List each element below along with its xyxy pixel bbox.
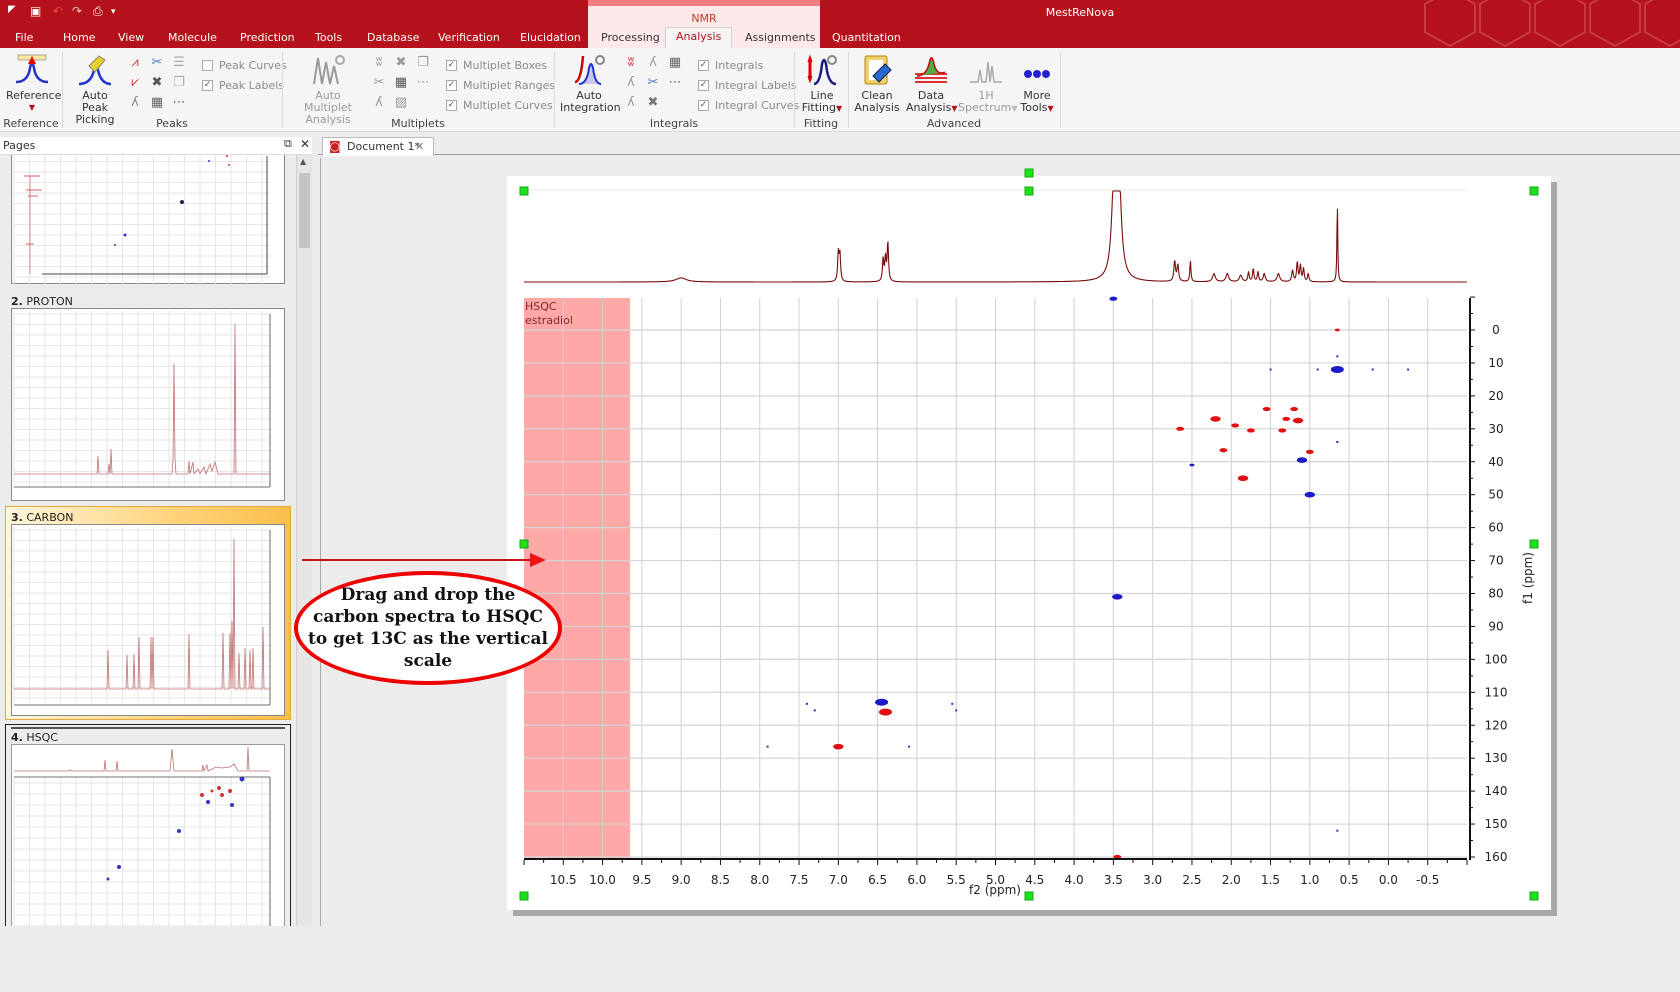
f2-tick-label: 8.0 xyxy=(750,873,769,887)
f2-tick-label: 6.0 xyxy=(907,873,926,887)
f1-tick-label: 160 xyxy=(1485,850,1508,864)
cross-peaks xyxy=(833,296,1344,860)
f2-tick-label: 2.0 xyxy=(1222,873,1241,887)
cross-peak xyxy=(1262,406,1271,412)
artifact-point xyxy=(908,745,911,748)
artifact-point xyxy=(1269,368,1272,371)
cross-peak xyxy=(1210,416,1221,422)
artifact-point xyxy=(1316,368,1319,371)
resize-handle[interactable] xyxy=(519,539,529,549)
f1-tick-label: 30 xyxy=(1488,422,1503,436)
f2-tick-label: 1.0 xyxy=(1300,873,1319,887)
cross-peak xyxy=(1304,491,1316,498)
f1-tick-label: 0 xyxy=(1492,323,1500,337)
f1-tick-label: 90 xyxy=(1488,619,1503,633)
f1-tick-label: 70 xyxy=(1488,554,1503,568)
f2-tick-label: 10.0 xyxy=(589,873,616,887)
cross-peak xyxy=(1330,366,1344,374)
f2-tick-label: 6.5 xyxy=(868,873,887,887)
proton-projection-trace xyxy=(524,190,1467,283)
f2-tick-label: 10.5 xyxy=(550,873,577,887)
cross-peak xyxy=(1189,463,1195,467)
artifact-point xyxy=(955,709,958,712)
f2-axis-label: f2 (ppm) xyxy=(969,883,1021,897)
artifact-point xyxy=(1407,368,1410,371)
artifact-point xyxy=(1336,355,1339,358)
cross-peak xyxy=(875,698,889,706)
resize-handle[interactable] xyxy=(1024,168,1034,178)
hsqc-plot[interactable]: 10.5 10.0 9.5 9.0 8.5 8.0 7.5 7.0 6.5 6.0 5.5 5.0 4.… xyxy=(0,0,1680,992)
cross-peak xyxy=(1296,457,1308,463)
resize-handle[interactable] xyxy=(1529,186,1539,196)
artifact-point xyxy=(766,745,769,748)
f2-tick-label: 8.5 xyxy=(711,873,730,887)
vertical-grid xyxy=(562,298,1429,860)
f1-tick-label: 110 xyxy=(1485,685,1508,699)
f1-tick-label: 140 xyxy=(1485,784,1508,798)
f2-tick-label: 5.5 xyxy=(947,873,966,887)
cross-peak xyxy=(1292,417,1304,424)
cross-peak xyxy=(1219,448,1228,453)
resize-handle[interactable] xyxy=(1529,539,1539,549)
f1-tick-label: 20 xyxy=(1488,389,1503,403)
cross-peak xyxy=(1278,428,1287,433)
annotation-callout: Drag and drop the carbon spectra to HSQC… xyxy=(294,571,562,685)
cross-peak xyxy=(878,708,892,716)
cross-peak xyxy=(1109,296,1118,301)
f1-tick-label: 100 xyxy=(1485,652,1508,666)
resize-handle[interactable] xyxy=(519,891,529,901)
cross-peak xyxy=(1112,593,1123,600)
cross-peak xyxy=(1231,423,1240,428)
artifact-point xyxy=(951,702,954,705)
f1-tick-label: 40 xyxy=(1488,455,1503,469)
f1-tick-label: 120 xyxy=(1485,718,1508,732)
resize-handle[interactable] xyxy=(1024,186,1034,196)
selection-handles[interactable] xyxy=(519,168,1539,901)
cross-peak xyxy=(1290,406,1299,412)
f1-tick-label: 80 xyxy=(1488,587,1503,601)
cross-peak xyxy=(1334,328,1340,332)
cross-peak xyxy=(1237,475,1249,482)
cross-peak xyxy=(1282,416,1291,422)
resize-handle[interactable] xyxy=(1529,891,1539,901)
f1-axis: 0 10 20 30 40 50 60 70 80 90 100 110 120 130 140 150 160 xyxy=(1469,296,1508,864)
f2-tick-label: 2.5 xyxy=(1182,873,1201,887)
artifact-point xyxy=(1371,368,1374,371)
resize-handle[interactable] xyxy=(1024,891,1034,901)
f2-tick-label: 9.0 xyxy=(672,873,691,887)
f2-tick-label: 3.0 xyxy=(1143,873,1162,887)
highlighted-drop-region xyxy=(524,298,631,860)
f2-tick-label: -0.5 xyxy=(1416,873,1439,887)
spectrum-label-compound: estradiol xyxy=(525,314,573,327)
f1-tick-label: 50 xyxy=(1488,488,1503,502)
f2-tick-label: 0.0 xyxy=(1379,873,1398,887)
f2-tick-label: 0.5 xyxy=(1340,873,1359,887)
f1-tick-label: 130 xyxy=(1485,751,1508,765)
f1-tick-label: 150 xyxy=(1485,817,1508,831)
cross-peak xyxy=(833,743,844,750)
resize-handle[interactable] xyxy=(519,186,529,196)
f1-axis-label: f1 (ppm) xyxy=(1521,552,1535,604)
artifact-point xyxy=(813,709,816,712)
artifact-point xyxy=(1336,829,1339,832)
cross-peak xyxy=(1305,449,1314,454)
f2-tick-label: 4.0 xyxy=(1065,873,1084,887)
f2-tick-label: 4.5 xyxy=(1025,873,1044,887)
f2-tick-label: 1.5 xyxy=(1261,873,1280,887)
artifact-point xyxy=(805,702,808,705)
f1-tick-label: 10 xyxy=(1488,356,1503,370)
f1-tick-label: 60 xyxy=(1488,521,1503,535)
f2-tick-label: 9.5 xyxy=(632,873,651,887)
artifact-point xyxy=(1336,440,1339,443)
cross-peak xyxy=(1176,426,1185,431)
spectrum-label-title: HSQC xyxy=(525,300,557,313)
f2-tick-label: 3.5 xyxy=(1104,873,1123,887)
cross-peak xyxy=(1246,428,1255,433)
f2-tick-label: 7.5 xyxy=(789,873,808,887)
f2-tick-label: 7.0 xyxy=(829,873,848,887)
